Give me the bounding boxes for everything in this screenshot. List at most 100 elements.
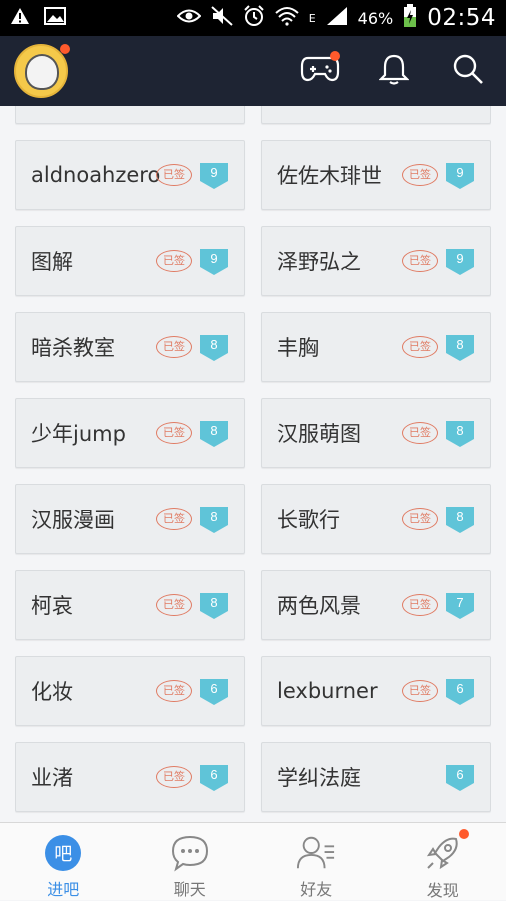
forum-card[interactable]: 少年jump 已签 8 <box>15 398 245 468</box>
tab-friends[interactable]: 好友 <box>253 823 380 900</box>
clock: 02:54 <box>427 5 496 31</box>
signed-stamp: 已签 <box>402 594 438 616</box>
forum-name: aldnoahzero <box>31 163 160 187</box>
signed-stamp: 已签 <box>156 422 192 444</box>
level-number: 8 <box>199 423 229 438</box>
tab-discover[interactable]: 发现 <box>380 823 506 900</box>
level-badge: 9 <box>199 162 229 190</box>
forum-card[interactable]: 学纠法庭6 <box>261 742 491 812</box>
image-icon <box>44 7 66 29</box>
signed-stamp: 已签 <box>156 250 192 272</box>
tab-label: 进吧 <box>47 876 79 900</box>
forum-card[interactable]: 长歌行已签8 <box>261 484 491 554</box>
tab-label: 好友 <box>300 876 332 900</box>
tab-forums[interactable]: 吧 进吧 <box>0 823 127 900</box>
level-badge: 8 <box>199 506 229 534</box>
forum-name: 泽野弘之 <box>277 246 361 276</box>
forum-card[interactable]: 泽野弘之 已签 9 <box>261 226 491 296</box>
level-badge: 9 <box>445 162 475 190</box>
signed-stamp: 已签 <box>402 508 438 530</box>
forum-name: lexburner <box>277 679 378 703</box>
forum-card[interactable]: 汉服萌图已签8 <box>261 398 491 468</box>
level-number: 8 <box>199 337 229 352</box>
level-badge: 8 <box>445 334 475 362</box>
signed-stamp: 已签 <box>402 680 438 702</box>
search-icon <box>452 53 484 89</box>
signed-stamp: 已签 <box>156 508 192 530</box>
level-badge: 6 <box>445 764 475 792</box>
level-number: 6 <box>199 767 229 782</box>
forum-name: 暗杀教室 <box>31 332 115 362</box>
level-number: 9 <box>199 251 229 266</box>
tab-chat[interactable]: 聊天 <box>127 823 254 900</box>
level-badge: 6 <box>445 678 475 706</box>
forum-card[interactable]: 柯哀 已签 8 <box>15 570 245 640</box>
bell-icon <box>379 53 409 89</box>
signed-stamp: 已签 <box>156 766 192 788</box>
forum-name: 化妆 <box>31 676 73 706</box>
forum-card-partial[interactable] <box>261 106 491 124</box>
forum-grid: aldnoahzero已签9佐佐木琲世已签9图解已签9泽野弘之已签9暗杀教室已签… <box>15 106 491 822</box>
tab-label: 发现 <box>427 877 459 901</box>
signed-stamp: 已签 <box>156 680 192 702</box>
tab-label: 聊天 <box>174 876 206 900</box>
forum-card[interactable]: 佐佐木琲世已签 9 <box>261 140 491 210</box>
signed-stamp: 已签 <box>402 250 438 272</box>
signed-stamp: 已签 <box>156 164 192 186</box>
forum-name: 丰胸 <box>277 332 319 362</box>
game-button[interactable] <box>300 51 340 91</box>
signed-stamp: 已签 <box>402 422 438 444</box>
level-badge: 8 <box>445 506 475 534</box>
avatar[interactable] <box>14 44 68 98</box>
game-badge <box>330 51 340 61</box>
forum-name: 少年jump <box>31 418 126 448</box>
forum-card[interactable]: 图解已签9 <box>15 226 245 296</box>
mute-icon <box>211 6 233 30</box>
level-badge: 9 <box>445 248 475 276</box>
forum-name: 两色风景 <box>277 590 361 620</box>
network-type: E <box>309 13 316 24</box>
level-number: 8 <box>199 595 229 610</box>
level-number: 8 <box>199 509 229 524</box>
friends-icon <box>296 833 336 872</box>
forum-tab-icon: 吧 <box>45 835 81 871</box>
battery-charging-icon <box>403 4 417 32</box>
warning-icon <box>10 7 30 29</box>
level-badge: 9 <box>199 248 229 276</box>
level-badge: 6 <box>199 764 229 792</box>
level-badge: 7 <box>445 592 475 620</box>
forum-card[interactable]: 汉服漫画 已签 8 <box>15 484 245 554</box>
forum-card[interactable]: 暗杀教室已签8 <box>15 312 245 382</box>
level-number: 8 <box>445 509 475 524</box>
signed-stamp: 已签 <box>402 164 438 186</box>
forum-card[interactable]: 两色风景 已签 7 <box>261 570 491 640</box>
level-number: 9 <box>445 165 475 180</box>
level-number: 6 <box>445 767 475 782</box>
signed-stamp: 已签 <box>402 336 438 358</box>
forum-name: 佐佐木琲世 <box>277 160 382 190</box>
search-button[interactable] <box>448 51 488 91</box>
level-number: 9 <box>445 251 475 266</box>
wifi-icon <box>275 6 299 30</box>
level-number: 6 <box>199 681 229 696</box>
level-number: 6 <box>445 681 475 696</box>
forum-name: 汉服漫画 <box>31 504 115 534</box>
battery-percent: 46% <box>358 9 394 28</box>
level-badge: 8 <box>199 592 229 620</box>
forum-card-partial[interactable] <box>15 106 245 124</box>
level-badge: 8 <box>199 420 229 448</box>
alarm-icon <box>243 5 265 31</box>
signed-stamp: 已签 <box>156 594 192 616</box>
forum-card[interactable]: aldnoahzero已签 9 <box>15 140 245 210</box>
avatar-badge <box>60 44 70 54</box>
forum-name: 柯哀 <box>31 590 73 620</box>
forum-card[interactable]: 业渚 已签 6 <box>15 742 245 812</box>
forum-card[interactable]: 化妆 已签 6 <box>15 656 245 726</box>
rocket-icon <box>423 833 463 873</box>
notifications-button[interactable] <box>374 51 414 91</box>
forum-card[interactable]: 丰胸 已签 8 <box>261 312 491 382</box>
forum-card[interactable]: lexburner 已签 6 <box>261 656 491 726</box>
level-number: 9 <box>199 165 229 180</box>
forum-name: 业渚 <box>31 762 73 792</box>
discover-badge <box>459 829 469 839</box>
